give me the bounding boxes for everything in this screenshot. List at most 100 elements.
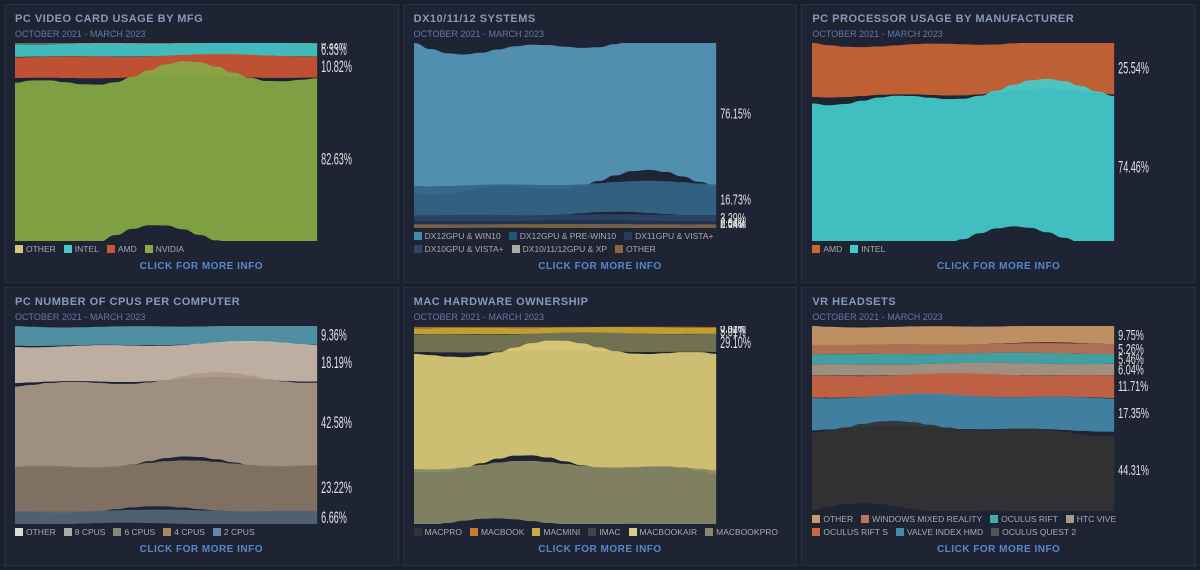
legend-item: INTEL (850, 244, 885, 254)
legend-color (615, 245, 623, 253)
legend-item: MACBOOK (470, 527, 524, 537)
legend-color (812, 245, 820, 253)
click-more-info[interactable]: CLICK FOR MORE INFO (414, 540, 787, 557)
legend-label: OTHER (626, 244, 656, 254)
legend-color (812, 515, 820, 523)
legend-item: AMD (812, 244, 842, 254)
legend-item: DX10GPU & VISTA+ (414, 244, 504, 254)
legend-item: OTHER (15, 244, 56, 254)
panel-period: OCTOBER 2021 - MARCH 2023 (15, 29, 388, 39)
panel-period: OCTOBER 2021 - MARCH 2023 (15, 312, 388, 322)
legend-color (532, 528, 540, 536)
legend-item: WINDOWS MIXED REALITY (861, 514, 982, 524)
legend-item: OCULUS RIFT (990, 514, 1058, 524)
legend-color (145, 245, 153, 253)
click-more-info[interactable]: CLICK FOR MORE INFO (812, 540, 1185, 557)
legend-label: OCULUS RIFT (1001, 514, 1058, 524)
legend-color (896, 528, 904, 536)
panel-period: OCTOBER 2021 - MARCH 2023 (414, 29, 787, 39)
legend-label: WINDOWS MIXED REALITY (872, 514, 982, 524)
legend-label: MACBOOK (481, 527, 524, 537)
legend-label: 4 CPUS (174, 527, 205, 537)
legend-label: INTEL (75, 244, 99, 254)
panel-period: OCTOBER 2021 - MARCH 2023 (414, 312, 787, 322)
legend-color (629, 528, 637, 536)
panel-pc-video-card: PC VIDEO CARD USAGE BY MFGOCTOBER 2021 -… (4, 4, 399, 283)
svg-text:6.66%: 6.66% (321, 508, 347, 524)
legend-item: 2 CPUS (213, 527, 255, 537)
svg-text:17.35%: 17.35% (1119, 404, 1150, 421)
chart-area: 25.54% 74.46% (812, 43, 1185, 241)
legend-label: DX12GPU & PRE-WIN10 (520, 231, 616, 241)
legend-label: HTC VIVE (1077, 514, 1116, 524)
chart-svg: 9.75%5.26%5.46%6.04%11.71%17.35%44.31% (812, 326, 1185, 511)
legend-color (414, 232, 422, 240)
svg-text:29.10%: 29.10% (720, 333, 751, 352)
chart-legend: OTHER8 CPUS6 CPUS4 CPUS2 CPUS (15, 527, 388, 537)
legend-item: OCULUS QUEST 2 (991, 527, 1076, 537)
legend-item: MACBOOKPRO (705, 527, 778, 537)
legend-item: HTC VIVE (1066, 514, 1116, 524)
legend-color (107, 245, 115, 253)
dashboard-grid: PC VIDEO CARD USAGE BY MFGOCTOBER 2021 -… (0, 0, 1200, 570)
legend-label: DX11GPU & VISTA+ (635, 231, 713, 241)
panel-title: DX10/11/12 SYSTEMS (414, 13, 787, 25)
legend-color (15, 528, 23, 536)
svg-text:10.82%: 10.82% (321, 57, 352, 76)
legend-label: NVIDIA (156, 244, 184, 254)
legend-item: 8 CPUS (64, 527, 106, 537)
legend-item: MACMINI (532, 527, 580, 537)
click-more-info[interactable]: CLICK FOR MORE INFO (812, 257, 1185, 274)
svg-text:18.19%: 18.19% (321, 353, 352, 372)
chart-area: 0.22%6.33%10.82%82.63% (15, 43, 388, 241)
click-more-info[interactable]: CLICK FOR MORE INFO (15, 257, 388, 274)
panel-period: OCTOBER 2021 - MARCH 2023 (812, 29, 1185, 39)
legend-item: OTHER (812, 514, 853, 524)
legend-color (1066, 515, 1074, 523)
chart-area: 9.75%5.26%5.46%6.04%11.71%17.35%44.31% (812, 326, 1185, 511)
legend-color (512, 245, 520, 253)
legend-label: AMD (823, 244, 842, 254)
legend-color (213, 528, 221, 536)
click-more-info[interactable]: CLICK FOR MORE INFO (15, 540, 388, 557)
legend-label: MACBOOKAIR (640, 527, 698, 537)
legend-color (414, 245, 422, 253)
chart-area: 76.15%16.73%3.29%2.04%0.26%1.53% (414, 43, 787, 228)
legend-item: OCULUS RIFT S (812, 527, 888, 537)
chart-svg: 0.22%6.33%10.82%82.63% (15, 43, 388, 241)
legend-item: MACPRO (414, 527, 462, 537)
chart-svg: 76.15%16.73%3.29%2.04%0.26%1.53% (414, 43, 787, 228)
chart-legend: MACPROMACBOOKMACMINIIMACMACBOOKAIRMACBOO… (414, 527, 787, 537)
legend-color (990, 515, 998, 523)
legend-color (163, 528, 171, 536)
legend-color (414, 528, 422, 536)
legend-color (588, 528, 596, 536)
panel-vr-headsets: VR HEADSETSOCTOBER 2021 - MARCH 20239.75… (801, 287, 1196, 566)
legend-item: DX12GPU & PRE-WIN10 (509, 231, 616, 241)
chart-legend: DX12GPU & WIN10DX12GPU & PRE-WIN10DX11GP… (414, 231, 787, 254)
legend-label: OCULUS RIFT S (823, 527, 888, 537)
legend-color (64, 245, 72, 253)
legend-item: VALVE INDEX HMD (896, 527, 983, 537)
svg-text:6.04%: 6.04% (1119, 361, 1145, 378)
panel-title: VR HEADSETS (812, 296, 1185, 308)
click-more-info[interactable]: CLICK FOR MORE INFO (414, 257, 787, 274)
legend-label: VALVE INDEX HMD (907, 527, 983, 537)
svg-text:82.63%: 82.63% (321, 150, 352, 169)
svg-text:23.22%: 23.22% (321, 478, 352, 497)
legend-label: MACPRO (425, 527, 462, 537)
svg-text:25.54%: 25.54% (1119, 59, 1150, 78)
legend-color (812, 528, 820, 536)
legend-item: MACBOOKAIR (629, 527, 698, 537)
svg-text:42.58%: 42.58% (321, 413, 352, 432)
legend-color (15, 245, 23, 253)
chart-legend: OTHERINTELAMDNVIDIA (15, 244, 388, 254)
legend-label: OTHER (823, 514, 853, 524)
panel-pc-cpu-count: PC NUMBER OF CPUS PER COMPUTER OCTOBER 20… (4, 287, 399, 566)
panel-title: PC NUMBER OF CPUS PER COMPUTER (15, 296, 388, 308)
legend-label: MACBOOKPRO (716, 527, 778, 537)
svg-text:74.46%: 74.46% (1119, 158, 1150, 177)
legend-color (850, 245, 858, 253)
legend-item: 4 CPUS (163, 527, 205, 537)
svg-text:44.31%: 44.31% (1119, 462, 1150, 479)
